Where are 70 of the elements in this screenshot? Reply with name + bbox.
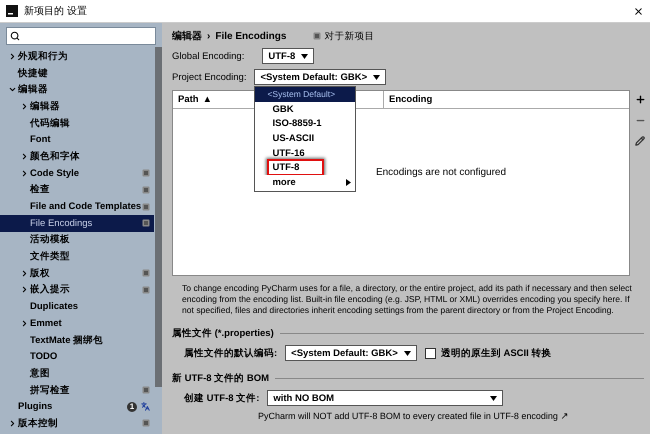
project-scope-icon [142, 386, 150, 394]
field-label: 创建 UTF-8 文件: [184, 392, 260, 404]
chevron-right-icon [20, 318, 29, 328]
field-label: 属性文件的默认编码: [184, 346, 278, 360]
checkbox[interactable] [424, 348, 436, 358]
sidebar-item[interactable]: TODO [0, 348, 154, 366]
sidebar-item[interactable]: 拼写检查 [0, 382, 154, 398]
sort-arrow: ▲ [202, 94, 212, 105]
sidebar-item[interactable]: 编辑器 [0, 81, 154, 98]
sidebar-item[interactable]: 嵌入提示 [0, 282, 154, 298]
chevron-right-icon [8, 52, 17, 61]
caret-icon [490, 396, 498, 400]
column-header[interactable]: Encoding [389, 94, 432, 105]
sidebar-item[interactable]: Font [0, 131, 154, 148]
sidebar-item[interactable]: Duplicates [0, 298, 154, 315]
section-title: 属性文件 (*.properties) [172, 327, 274, 340]
sidebar-item[interactable]: 快捷键 [0, 64, 154, 82]
sidebar-item[interactable]: Code Style [0, 164, 154, 182]
bom-dropdown[interactable]: with NO BOM [267, 390, 504, 406]
caret-icon [404, 350, 411, 356]
scrollbar[interactable] [155, 47, 162, 387]
project-scope-icon [313, 32, 322, 40]
submenu-arrow-icon [346, 178, 352, 186]
caret-icon [373, 74, 380, 80]
field-label: Project Encoding: [172, 72, 246, 82]
project-scope-icon [142, 419, 150, 428]
sidebar-item[interactable]: File Encodings [0, 214, 154, 232]
sidebar-item[interactable]: 颜色和字体 [0, 148, 154, 165]
breadcrumb-parent[interactable]: 编辑器 [172, 29, 202, 43]
sidebar-item[interactable]: TextMate 捆绑包 [0, 332, 154, 348]
help-text: To change encoding PyCharm uses for a file, a directory, or the entire project, add its path if necessary and then select encoding from the encoding list. Built-in file encoding (e.g. JSP, HTML or XML) overrides encoding you specify here. If not specified, files and directories inherit encoding settings from the parent directory or from the Project Encoding. [182, 283, 633, 316]
add-icon[interactable] [634, 94, 646, 105]
scope-label: 对于新项目 [324, 30, 374, 42]
field-label: Global Encoding: [172, 50, 244, 62]
chevron-right-icon [20, 102, 29, 111]
sidebar-item[interactable]: 文件类型 [0, 248, 154, 265]
close-icon[interactable] [633, 6, 644, 16]
sidebar-item[interactable]: 检查 [0, 182, 154, 198]
translate-icon [141, 402, 150, 412]
sidebar-item[interactable]: Emmet [0, 315, 154, 332]
global-encoding-dropdown[interactable]: UTF-8 [262, 48, 314, 64]
breadcrumb-current: File Encodings [215, 30, 286, 42]
sidebar-item[interactable]: File and Code Templates [0, 198, 154, 215]
sidebar-item[interactable]: 代码编辑 [0, 114, 154, 132]
sidebar-item[interactable]: 版本控制 [0, 415, 154, 432]
app-icon [6, 5, 18, 17]
column-header[interactable]: Path [178, 94, 199, 105]
window-title: 新项目的 设置 [24, 4, 87, 18]
menu-item[interactable]: UTF-8 [268, 160, 324, 176]
checkbox-label: 透明的原生到 ASCII 转换 [440, 346, 552, 360]
empty-message: Encodings are not configured [376, 166, 506, 178]
edit-icon[interactable] [635, 136, 645, 146]
sidebar-item[interactable]: 外观和行为 [0, 48, 154, 65]
count-badge: 1 [127, 402, 137, 412]
caret-icon [301, 54, 308, 58]
menu-item[interactable]: <System Default> [255, 87, 356, 102]
external-link-icon[interactable]: ↗ [560, 411, 568, 422]
search-field[interactable] [6, 27, 156, 45]
properties-encoding-dropdown[interactable]: <System Default: GBK> [285, 345, 417, 361]
sidebar-item[interactable]: 编辑器 [0, 98, 154, 115]
bom-note: PyCharm will NOT add UTF-8 BOM to every created file in UTF-8 encoding [258, 411, 558, 421]
breadcrumb-separator: › [207, 30, 210, 42]
sidebar-item[interactable]: Plugins 1 [0, 398, 154, 416]
search-icon [10, 31, 20, 41]
sidebar-item[interactable]: 意图 [0, 365, 154, 382]
chevron-right-icon [8, 418, 17, 428]
section-title: 新 UTF-8 文件的 BOM [172, 372, 269, 385]
sidebar-item[interactable]: 版权 [0, 264, 154, 282]
project-encoding-dropdown[interactable]: <System Default: GBK> [254, 69, 386, 85]
sidebar-item[interactable]: 活动模板 [0, 232, 154, 248]
